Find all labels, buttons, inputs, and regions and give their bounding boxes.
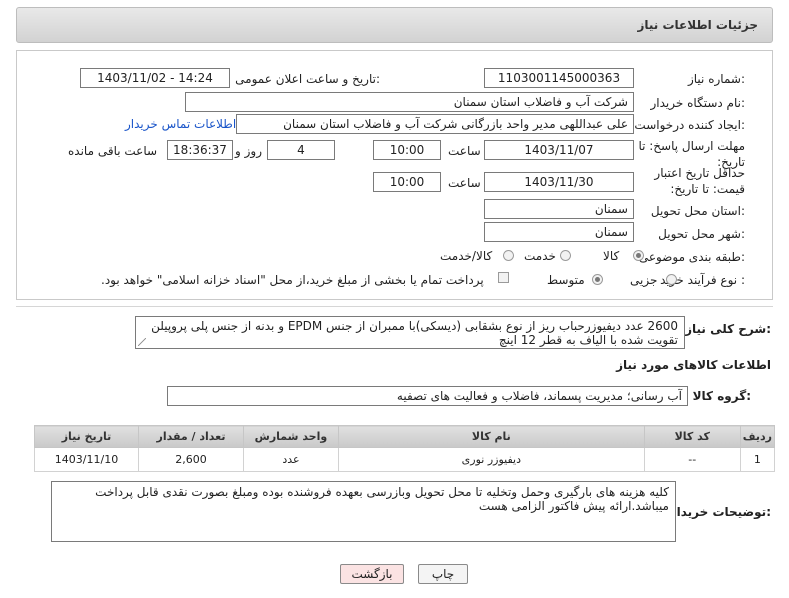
col-unit: واحد شمارش <box>243 425 339 448</box>
validity-time-label: ساعت <box>448 176 481 190</box>
category-service-label: خدمت <box>524 249 556 263</box>
print-button[interactable]: چاپ <box>418 564 468 584</box>
category-goods-radio[interactable] <box>633 250 644 261</box>
process-minor-radio[interactable] <box>666 274 677 285</box>
goods-section-title: اطلاعات کالاهای مورد نیاز <box>616 358 771 372</box>
page: { "header": { "title": "جزئیات اطلاعات ن… <box>0 0 789 598</box>
announce-datetime-field[interactable]: 1403/11/02 - 14:24 <box>80 68 230 88</box>
buyer-org-label: نام دستگاه خریدار: <box>650 96 746 110</box>
goods-table: ردیف کد کالا نام کالا واحد شمارش تعداد /… <box>33 425 776 472</box>
buyer-contact-link[interactable]: اطلاعات تماس خریدار <box>125 117 236 131</box>
validity-label: حداقل تاریخ اعتبار قیمت: تا تاریخ: <box>654 166 745 196</box>
table-row[interactable]: 1 -- دیفیوزر نوری عدد 2,600 1403/11/10 <box>33 447 776 472</box>
cell-date: 1403/11/10 <box>33 447 140 472</box>
col-code: کد کالا <box>643 425 741 448</box>
process-medium-label: متوسط <box>547 273 585 287</box>
page-title: جزئیات اطلاعات نیاز <box>637 18 758 32</box>
remaining-time-label: ساعت باقی مانده <box>68 144 158 158</box>
resize-handle-icon[interactable] <box>138 338 146 346</box>
announce-label: تاریخ و ساعت اعلان عمومی: <box>235 72 380 86</box>
col-name: نام کالا <box>337 425 645 448</box>
cell-code: -- <box>643 447 741 472</box>
validity-date-field[interactable]: 1403/11/30 <box>484 172 634 192</box>
days-and-label: روز و <box>235 144 262 158</box>
summary-label: شرح کلی نیاز: <box>685 322 771 336</box>
city-field[interactable]: سمنان <box>484 222 634 242</box>
page-header: جزئیات اطلاعات نیاز <box>16 7 773 43</box>
summary-text: 2600 عدد دیفیوزرحباب ریز از نوع بشقابی (… <box>151 319 678 347</box>
creator-label: ایجاد کننده درخواست: <box>634 118 745 132</box>
validity-time-field[interactable]: 10:00 <box>373 172 441 192</box>
remaining-time-field[interactable]: 18:36:37 <box>167 140 233 160</box>
col-row: ردیف <box>739 425 776 448</box>
goods-group-label: گروه کالا: <box>692 389 751 403</box>
summary-textarea[interactable]: 2600 عدد دیفیوزرحباب ریز از نوع بشقابی (… <box>135 316 685 349</box>
need-number-label: شماره نیاز: <box>687 72 745 86</box>
divider <box>16 306 773 307</box>
goods-group-field[interactable]: آب رسانی؛ مدیریت پسماند، فاضلاب و فعالیت… <box>167 386 688 406</box>
need-number-field[interactable]: 1103001145000363 <box>484 68 634 88</box>
cell-name: دیفیوزر نوری <box>337 447 645 472</box>
category-goods-service-radio[interactable] <box>503 250 514 261</box>
col-date: تاریخ نیاز <box>33 425 140 448</box>
province-label: استان محل تحویل: <box>650 204 745 218</box>
process-medium-radio[interactable] <box>592 274 603 285</box>
treasury-payment-checkbox[interactable] <box>498 272 509 283</box>
creator-field[interactable]: علی عبداللهی مدیر واحد بازرگانی شرکت آب … <box>236 114 634 134</box>
cell-qty: 2,600 <box>138 447 244 472</box>
category-goods-label: کالا <box>603 249 620 263</box>
process-minor-label: جزیی <box>630 273 658 287</box>
city-label: شهر محل تحویل: <box>658 227 745 241</box>
deadline-time-field[interactable]: 10:00 <box>373 140 441 160</box>
category-goods-service-label: کالا/خدمت <box>440 249 493 263</box>
back-button[interactable]: بازگشت <box>340 564 404 584</box>
cell-row: 1 <box>739 447 776 472</box>
buyer-notes-label: توضیحات خریدار: <box>669 505 771 519</box>
deadline-date-field[interactable]: 1403/11/07 <box>484 140 634 160</box>
buyer-notes-textarea[interactable]: کلیه هزینه های بارگیری وحمل وتخلیه تا مح… <box>51 481 676 542</box>
province-field[interactable]: سمنان <box>484 199 634 219</box>
deadline-time-label: ساعت <box>448 144 481 158</box>
cell-unit: عدد <box>243 447 339 472</box>
buyer-notes-text: کلیه هزینه های بارگیری وحمل وتخلیه تا مح… <box>95 485 669 513</box>
treasury-payment-note: پرداخت تمام یا بخشی از مبلغ خرید،از محل … <box>101 273 484 287</box>
category-service-radio[interactable] <box>560 250 571 261</box>
table-header-row: ردیف کد کالا نام کالا واحد شمارش تعداد /… <box>33 425 776 448</box>
col-qty: تعداد / مقدار <box>138 425 244 448</box>
category-label: طبقه بندی موضوعی: <box>638 250 745 264</box>
buyer-org-field[interactable]: شرکت آب و فاضلاب استان سمنان <box>185 92 634 112</box>
remaining-days-field[interactable]: 4 <box>267 140 335 160</box>
